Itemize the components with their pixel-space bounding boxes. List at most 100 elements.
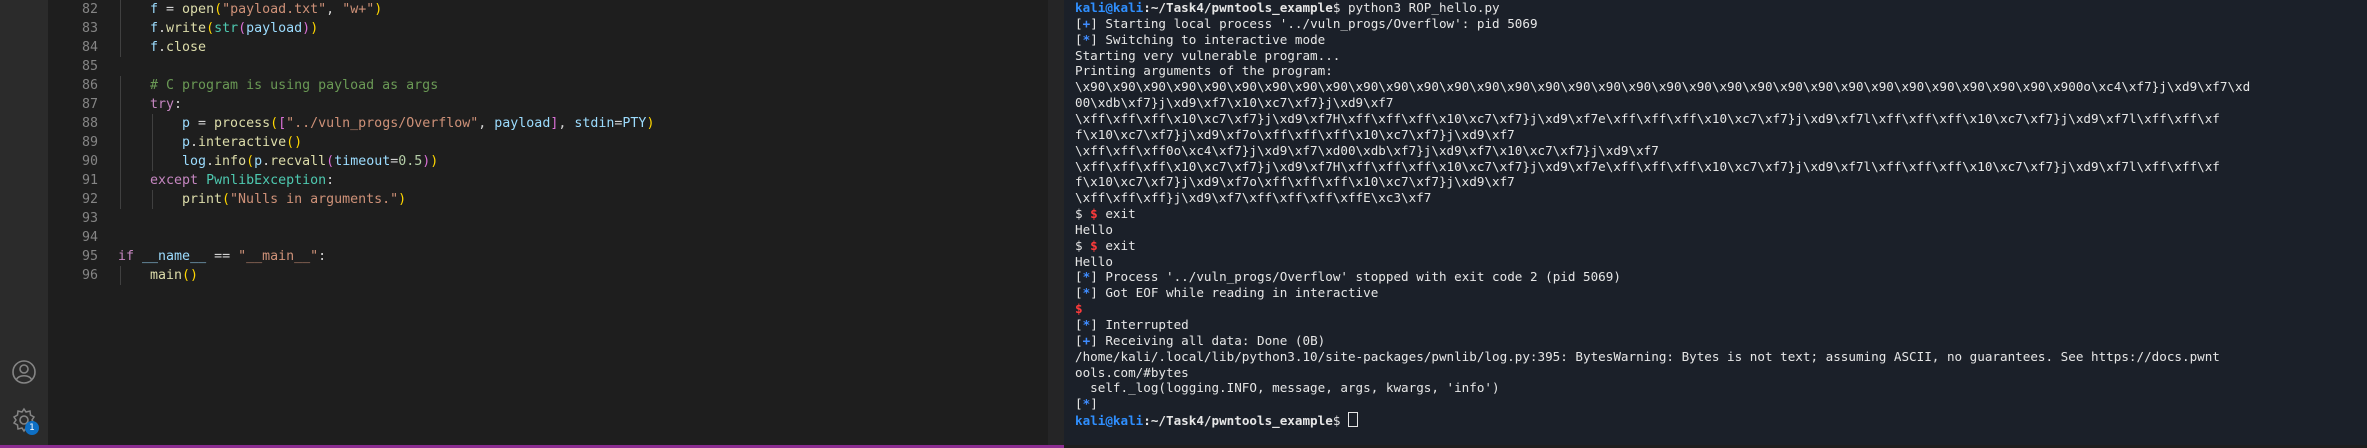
terminal-line: $ $ exit (1075, 238, 1136, 254)
code-token: ( (238, 21, 247, 36)
line-number: 85 (81, 59, 98, 74)
terminal-text: ] Process '../vuln_progs/Overflow' stopp… (1090, 269, 1621, 285)
code-token: f (150, 2, 159, 17)
terminal-cursor[interactable] (1347, 412, 1358, 428)
terminal-line: [*] (1075, 396, 1098, 412)
terminal-text: [ (1075, 15, 1083, 31)
line-number: 88 (81, 116, 98, 131)
code-token: ( (206, 21, 215, 36)
terminal-line: \x90\x90\x90\x90\x90\x90\x90\x90\x90\x90… (1075, 79, 2250, 95)
code-token: . (262, 154, 271, 169)
code-line[interactable]: f.close (150, 38, 206, 57)
terminal-text: [ (1075, 269, 1083, 285)
code-token: ( (214, 2, 223, 17)
panel-divider[interactable] (1048, 0, 1064, 445)
code-line[interactable]: log.info(p.recvall(timeout=0.5)) (182, 152, 438, 171)
terminal-line: \xff\xff\xff}j\xd9\xf7\xff\xff\xff\xffE\… (1075, 190, 1431, 206)
code-token: ) (646, 116, 655, 131)
code-token: try (150, 97, 175, 112)
terminal-line: [+] Receiving all data: Done (0B) (1075, 333, 1325, 349)
gear-icon[interactable]: 1 (9, 405, 39, 435)
code-token: = (158, 2, 183, 17)
indent-guide (120, 76, 121, 95)
code-token: ) (430, 154, 439, 169)
indent-guide (120, 95, 121, 114)
line-number: 86 (81, 78, 98, 93)
terminal-text: ] Receiving all data: Done (0B) (1090, 332, 1326, 348)
terminal-text: exit (1097, 237, 1136, 253)
settings-badge: 1 (25, 421, 39, 435)
terminal-text: ] Switching to interactive mode (1090, 31, 1326, 47)
code-token: "__main__" (238, 249, 319, 264)
line-number-gutter: 82 83 84 85 86 87 88 89 90 91 92 93 94 95 96 (48, 0, 110, 445)
account-icon[interactable] (9, 357, 39, 387)
code-line[interactable]: f = open("payload.txt", "w+") (150, 0, 382, 19)
terminal-text: [ (1075, 31, 1083, 47)
terminal-line: [*] Switching to interactive mode (1075, 32, 1325, 48)
terminal-text: $ (1332, 413, 1348, 429)
line-number: 96 (81, 268, 98, 283)
code-token: info (214, 154, 247, 169)
code-token: . (206, 154, 215, 169)
terminal-text: ools.com/#bytes (1075, 364, 1189, 380)
terminal-text: self._log(logging.INFO, message, args, k… (1075, 380, 1500, 396)
code-token: "w+" (342, 2, 375, 17)
code-line[interactable]: p.interactive() (182, 133, 302, 152)
terminal-text: $ (1090, 237, 1098, 253)
terminal-line: f\x10\xc7\xf7}j\xd9\xf7o\xff\xff\xff\x10… (1075, 174, 1515, 190)
code-token: interactive (198, 135, 287, 150)
code-line[interactable]: if __name__ == "__main__": (118, 247, 326, 266)
terminal-text: ] Starting local process '../vuln_progs/… (1090, 15, 1538, 31)
code-token: () (286, 135, 303, 150)
code-token: write (166, 21, 207, 36)
indent-guide (120, 190, 121, 209)
terminal-line: self._log(logging.INFO, message, args, k… (1075, 380, 1500, 396)
terminal-text: kali@kali (1075, 0, 1144, 15)
terminal-line: 00\xdb\xf7}j\xd9\xf7\x10\xc7\xf7}j\xd9\x… (1075, 95, 1393, 111)
code-line[interactable]: try: (150, 95, 182, 114)
terminal-text: \xff\xff\xff}j\xd9\xf7\xff\xff\xff\xffE\… (1075, 190, 1432, 206)
code-token: ( (270, 116, 279, 131)
code-line[interactable]: # C program is using payload as args (150, 76, 438, 95)
code-token: . (158, 40, 167, 55)
code-token: ( (222, 192, 231, 207)
code-line[interactable]: p = process(["../vuln_progs/Overflow", p… (182, 114, 654, 133)
code-token: , (558, 116, 575, 131)
indent-guide (152, 190, 153, 209)
terminal-text: Hello (1075, 221, 1113, 237)
terminal-text: Hello (1075, 253, 1113, 269)
code-token: timeout (334, 154, 391, 169)
code-editor[interactable]: 82 83 84 85 86 87 88 89 90 91 92 93 94 95 96 f = open(… (48, 0, 1048, 445)
code-token: , (326, 2, 343, 17)
terminal-text: \xff\xff\xff\x10\xc7\xf7}j\xd9\xf7H\xff\… (1075, 158, 2220, 174)
indent-guide (152, 152, 153, 171)
terminal-text: f\x10\xc7\xf7}j\xd9\xf7o\xff\xff\xff\x10… (1075, 174, 1515, 190)
terminal-line: ools.com/#bytes (1075, 365, 1189, 381)
code-token: str (214, 21, 239, 36)
terminal-panel[interactable]: kali@kali:~/Task4/pwntools_example$ pyth… (1064, 0, 2367, 445)
code-line[interactable]: main() (150, 266, 198, 285)
code-line[interactable]: except PwnlibException: (150, 171, 334, 190)
indent-guide (120, 171, 121, 190)
terminal-line: [+] Starting local process '../vuln_prog… (1075, 16, 1538, 32)
terminal-text: Printing arguments of the program: (1075, 63, 1333, 79)
indent-guide (120, 114, 121, 133)
code-token: payload (246, 21, 303, 36)
code-line[interactable]: print("Nulls in arguments.") (182, 190, 406, 209)
code-token: 0.5 (398, 154, 423, 169)
indent-guide (152, 114, 153, 133)
code-token: "Nulls in arguments." (230, 192, 399, 207)
terminal-text: \xff\xff\xff0o\xc4\xf7}j\xd9\xf7\xd00\xd… (1075, 142, 1659, 158)
line-number: 94 (81, 230, 98, 245)
terminal-line: [*] Interrupted (1075, 317, 1189, 333)
code-token: ( (326, 154, 335, 169)
line-number: 90 (81, 154, 98, 169)
terminal-line: kali@kali:~/Task4/pwntools_example$ pyth… (1075, 0, 1500, 16)
terminal-line: \xff\xff\xff\x10\xc7\xf7}j\xd9\xf7H\xff\… (1075, 111, 2220, 127)
code-line[interactable]: f.write(str(payload)) (150, 19, 318, 38)
terminal-text: f\x10\xc7\xf7}j\xd9\xf7o\xff\xff\xff\x10… (1075, 126, 1515, 142)
code-token: if (118, 249, 135, 264)
terminal-line: $ (1075, 301, 1083, 317)
